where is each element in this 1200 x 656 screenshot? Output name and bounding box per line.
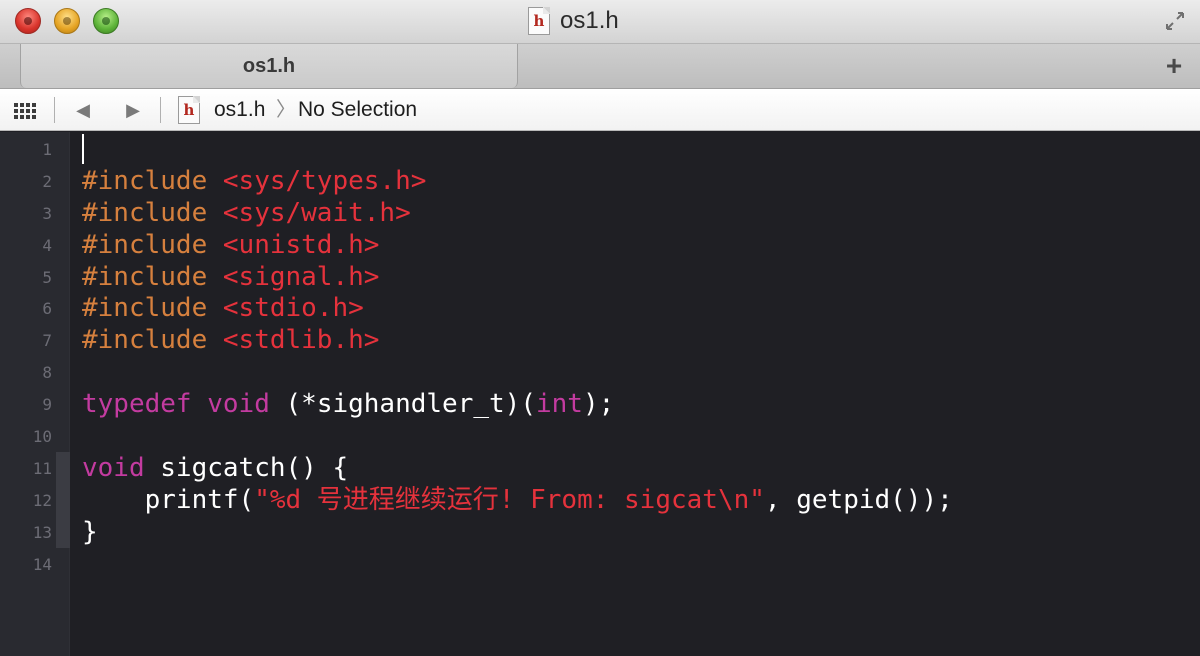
tab-os1-h[interactable]: os1.h — [20, 44, 518, 88]
back-button[interactable]: ◀ — [72, 98, 94, 122]
code-token: , getpid()); — [764, 484, 953, 515]
line-number: 12 — [32, 490, 52, 510]
tab-bar: os1.h + — [0, 44, 1200, 89]
line-number-gutter: 1 2 3 4 5 6 7 8 9 10 11 12 13 14 — [0, 132, 70, 656]
new-tab-button[interactable]: + — [1162, 52, 1186, 80]
minimize-icon — [63, 17, 71, 25]
code-token: <unistd.h> — [222, 229, 380, 260]
jumpbar-divider — [160, 97, 161, 123]
code-token: <stdlib.h> — [222, 325, 380, 356]
code-token: #include — [82, 229, 223, 260]
code-line[interactable]: #include <stdlib.h> — [82, 325, 1200, 357]
code-token: #include — [82, 197, 223, 228]
code-token: #include — [82, 293, 223, 324]
header-file-icon-glyph: h — [533, 12, 545, 30]
line-numbers: 1 2 3 4 5 6 7 8 9 10 11 12 13 14 — [0, 134, 52, 580]
code-line[interactable]: #include <sys/types.h> — [82, 166, 1200, 198]
breadcrumb-file[interactable]: os1.h — [214, 98, 265, 122]
code-line[interactable] — [82, 549, 1200, 581]
code-token: sigcatch() { — [144, 452, 349, 483]
text-caret — [82, 134, 84, 164]
line-number: 11 — [32, 458, 52, 478]
zoom-window-button[interactable] — [93, 8, 119, 34]
code-line[interactable] — [82, 134, 1200, 166]
code-token: int — [535, 389, 583, 420]
zoom-icon — [102, 17, 110, 25]
code-token: typedef — [82, 389, 192, 420]
jump-bar: ◀ ▶ h os1.h 〉 No Selection — [0, 89, 1200, 131]
line-number: 5 — [42, 267, 52, 287]
line-number: 4 — [42, 235, 52, 255]
fullscreen-arrows-icon — [1166, 12, 1184, 30]
code-token: <stdio.h> — [222, 293, 364, 324]
code-line[interactable] — [82, 421, 1200, 453]
code-line[interactable]: void sigcatch() { — [82, 453, 1200, 485]
line-number: 14 — [32, 554, 52, 574]
code-token: } — [82, 516, 98, 547]
related-items-grid-icon[interactable] — [14, 103, 38, 119]
breadcrumb-selection[interactable]: No Selection — [298, 98, 417, 122]
code-line[interactable]: #include <signal.h> — [82, 262, 1200, 294]
code-token: void — [82, 452, 145, 483]
line-number: 2 — [42, 171, 52, 191]
source-editor[interactable]: 1 2 3 4 5 6 7 8 9 10 11 12 13 14 #include <sys/types.… — [0, 132, 1200, 656]
code-fold-ribbon[interactable] — [56, 452, 70, 548]
jumpbar-divider — [54, 97, 55, 123]
fullscreen-icon[interactable] — [1164, 10, 1186, 32]
code-line[interactable] — [82, 357, 1200, 389]
code-token: <signal.h> — [222, 261, 380, 292]
line-number: 1 — [42, 140, 52, 159]
code-token: #include — [82, 165, 223, 196]
code-area[interactable]: #include <sys/types.h> #include <sys/wait… — [82, 134, 1200, 580]
title-bar: h os1.h — [0, 0, 1200, 44]
code-line[interactable]: printf("%d 号进程继续运行! From: sigcat\n", get… — [82, 485, 1200, 517]
line-number: 7 — [42, 331, 52, 351]
code-line[interactable]: } — [82, 517, 1200, 549]
window-title: h os1.h — [528, 6, 619, 36]
code-line[interactable]: #include <stdio.h> — [82, 293, 1200, 325]
code-token: "%d 号进程继续运行! From: sigcat\n" — [254, 484, 765, 515]
minimize-window-button[interactable] — [54, 8, 80, 34]
code-token: #include — [82, 325, 223, 356]
code-token: printf( — [82, 484, 255, 515]
line-number: 9 — [42, 395, 52, 415]
code-token: <sys/types.h> — [222, 165, 427, 196]
close-window-button[interactable] — [15, 8, 41, 34]
line-number: 6 — [42, 299, 52, 319]
line-number: 3 — [42, 203, 52, 223]
code-token: void — [207, 389, 270, 420]
line-number: 10 — [32, 427, 52, 447]
line-number: 13 — [32, 522, 52, 542]
window-title-text: os1.h — [560, 7, 619, 34]
close-icon — [24, 17, 32, 25]
code-token: <sys/wait.h> — [222, 197, 411, 228]
breadcrumb-chevron-icon: 〉 — [276, 99, 296, 121]
line-number: 8 — [42, 363, 52, 383]
breadcrumb-file-icon-glyph: h — [183, 101, 195, 119]
forward-button[interactable]: ▶ — [122, 98, 144, 122]
code-line[interactable]: #include <sys/wait.h> — [82, 198, 1200, 230]
code-token: (*sighandler_t)( — [269, 389, 536, 420]
code-token: ); — [582, 389, 615, 420]
tab-label: os1.h — [242, 54, 296, 77]
header-file-icon: h — [528, 7, 550, 35]
breadcrumb-file-icon[interactable]: h — [178, 96, 200, 124]
code-token: #include — [82, 261, 223, 292]
code-line[interactable]: typedef void (*sighandler_t)(int); — [82, 389, 1200, 421]
code-line[interactable]: #include <unistd.h> — [82, 230, 1200, 262]
